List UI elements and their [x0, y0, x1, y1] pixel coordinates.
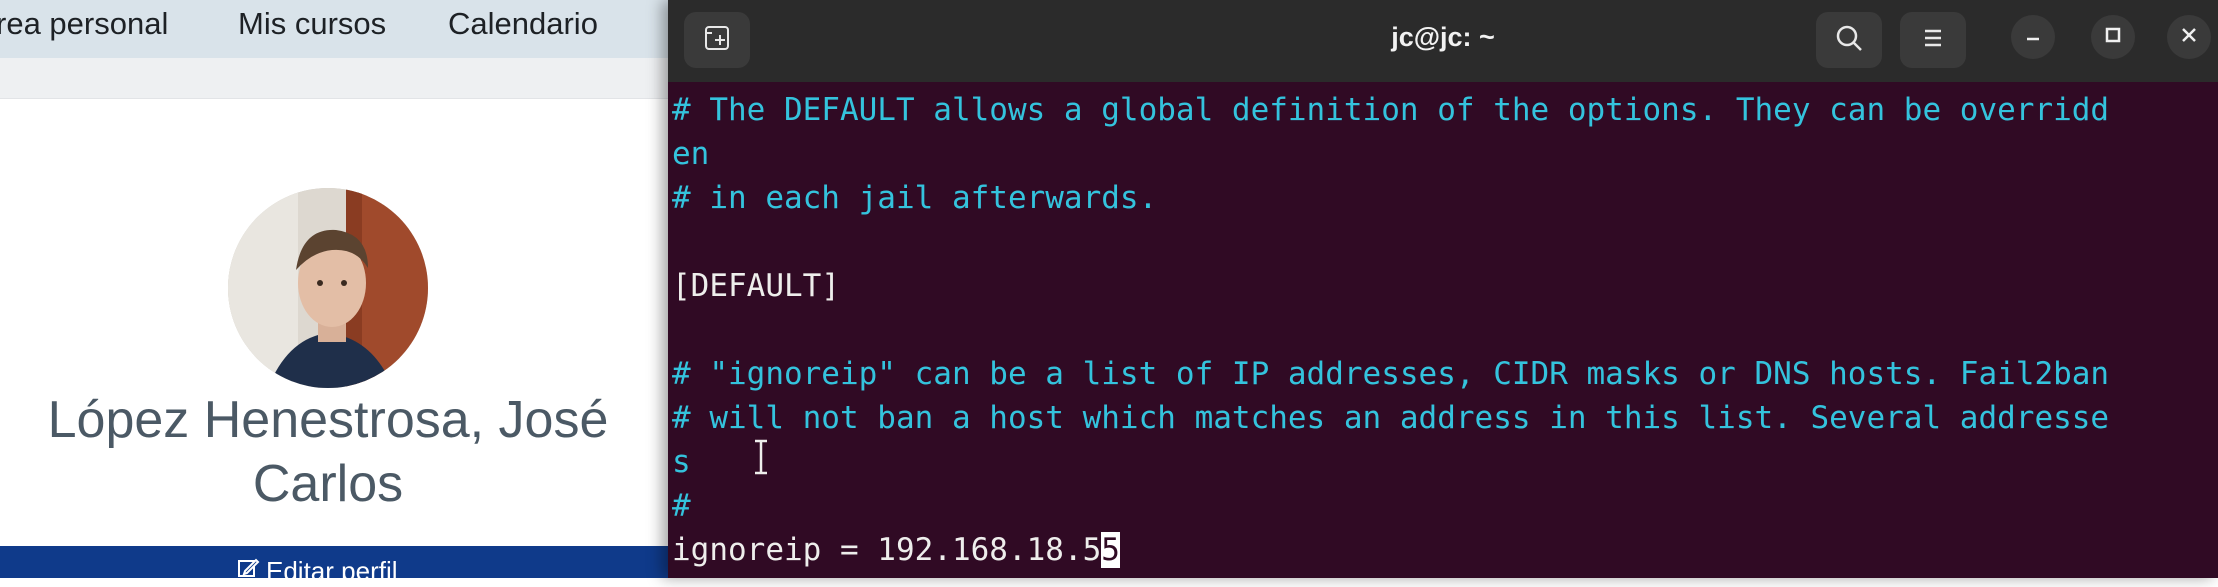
terminal-line: s: [672, 444, 691, 480]
terminal-input-line[interactable]: ignoreip = 192.168.18.55: [672, 528, 1120, 572]
search-button[interactable]: [1816, 12, 1882, 68]
terminal-line: # The DEFAULT allows a global definition…: [672, 92, 2110, 128]
pencil-icon: [236, 556, 260, 587]
profile-name-line2: Carlos: [252, 455, 404, 513]
maximize-icon: [2103, 25, 2123, 49]
terminal-input-text: ignoreip = 192.168.18.5: [672, 532, 1102, 568]
terminal-line: #: [672, 488, 691, 524]
edit-profile-button[interactable]: Editar perfil: [236, 556, 398, 587]
moodle-page: rea personal Mis cursos Calendario López…: [0, 0, 700, 586]
maximize-button[interactable]: [2091, 15, 2135, 59]
profile-avatar: [228, 188, 428, 388]
search-icon: [1834, 23, 1864, 57]
terminal-window: jc@jc: ~ # The DEFAULT allows a global d…: [668, 0, 2218, 578]
terminal-titlebar[interactable]: jc@jc: ~: [668, 0, 2218, 82]
menu-button[interactable]: [1900, 12, 1966, 68]
profile-name: López Henestrosa, José Carlos: [0, 388, 656, 516]
ibeam-cursor-icon: [754, 438, 768, 476]
terminal-screen[interactable]: # The DEFAULT allows a global definition…: [668, 88, 2218, 578]
nav-area-personal[interactable]: rea personal: [0, 0, 168, 48]
moodle-navbar: rea personal Mis cursos Calendario: [0, 0, 700, 60]
profile-name-line1: López Henestrosa, José: [47, 391, 609, 449]
terminal-line: # "ignoreip" can be a list of IP address…: [672, 356, 2110, 392]
terminal-title: jc@jc: ~: [1391, 22, 1495, 52]
terminal-line: en: [672, 136, 710, 172]
close-icon: [2179, 25, 2199, 49]
terminal-line: [DEFAULT]: [672, 268, 840, 304]
text-cursor: 5: [1101, 532, 1120, 568]
nav-mis-cursos[interactable]: Mis cursos: [238, 0, 386, 48]
terminal-line: # in each jail afterwards.: [672, 180, 1158, 216]
nav-calendario[interactable]: Calendario: [448, 0, 598, 48]
minimize-button[interactable]: [2011, 15, 2055, 59]
hamburger-icon: [1920, 25, 1946, 55]
edit-profile-label: Editar perfil: [266, 556, 398, 586]
minimize-icon: [2023, 25, 2043, 49]
close-button[interactable]: [2167, 15, 2211, 59]
terminal-line: # will not ban a host which matches an a…: [672, 400, 2110, 436]
moodle-subbar: [0, 58, 700, 98]
